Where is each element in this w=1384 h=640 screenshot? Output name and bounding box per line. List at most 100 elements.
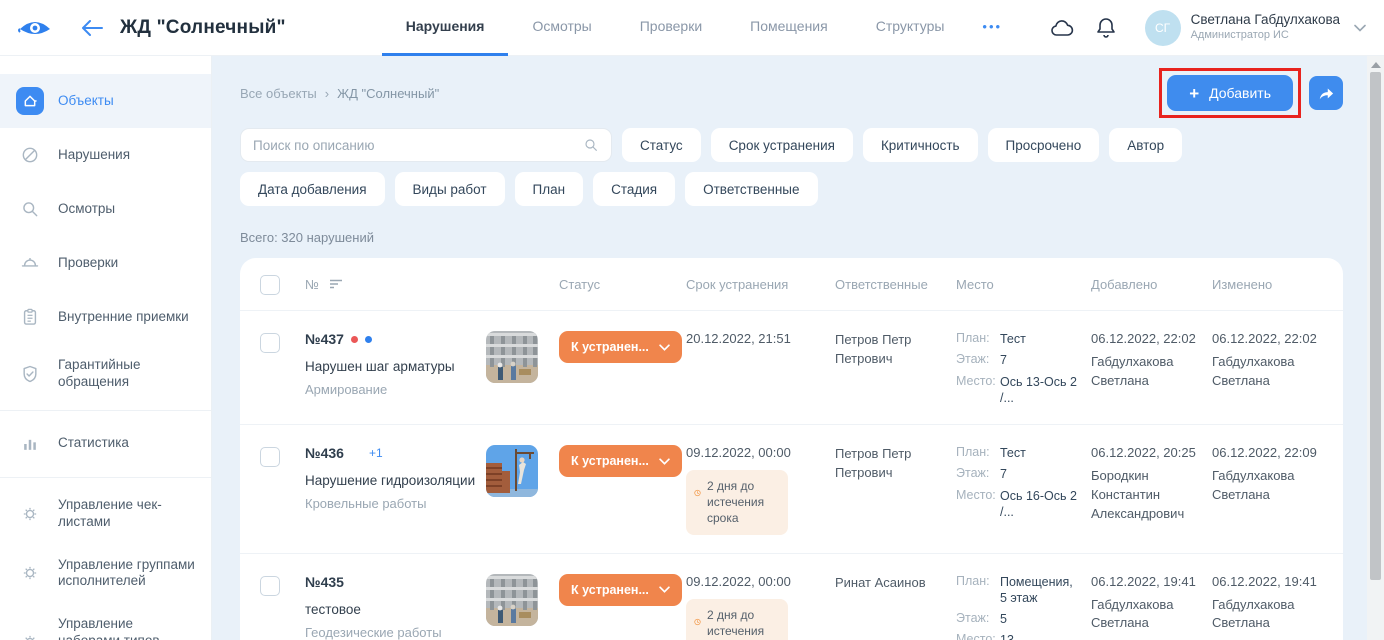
column-responsible: Ответственные (835, 277, 947, 292)
floor-label: Этаж: (956, 611, 1000, 627)
shield-check-icon (16, 360, 44, 388)
row-checkbox[interactable] (260, 576, 280, 596)
sidebar-item-checks[interactable]: Проверки (0, 236, 211, 290)
filter-chip-author[interactable]: Автор (1109, 128, 1182, 162)
select-all-checkbox[interactable] (260, 275, 280, 295)
vertical-scrollbar[interactable] (1367, 56, 1384, 640)
added-date: 06.12.2022, 19:41 (1091, 574, 1203, 589)
tab-inspections[interactable]: Осмотры (508, 0, 615, 56)
filter-chip-stage[interactable]: Стадия (593, 172, 675, 206)
sidebar-item-internal-acceptances[interactable]: Внутренние приемки (0, 290, 211, 344)
status-dropdown[interactable]: К устранен... (559, 574, 682, 606)
row-checkbox[interactable] (260, 333, 280, 353)
sidebar: Объекты Нарушения Осмотры Проверки (0, 56, 212, 640)
violation-photo[interactable] (486, 331, 538, 383)
filter-chip-overdue[interactable]: Просрочено (988, 128, 1100, 162)
added-by: Габдулхакова Светлана (1091, 596, 1203, 634)
sidebar-item-violations[interactable]: Нарушения (0, 128, 211, 182)
clock-icon (694, 486, 701, 500)
helmet-icon (16, 249, 44, 277)
sidebar-item-executor-groups-management[interactable]: Управление группами исполнителей (0, 544, 211, 604)
top-header: ЖД "Солнечный" Нарушения Осмотры Проверк… (0, 0, 1384, 56)
violation-number: №436 (305, 445, 344, 461)
filter-chip-status[interactable]: Статус (622, 128, 701, 162)
sidebar-item-label: Гарантийные обращения (58, 357, 195, 391)
filter-chip-criticality[interactable]: Критичность (863, 128, 978, 162)
responsible-name: Петров Петр Петрович (835, 445, 947, 483)
chevron-down-icon (1354, 24, 1366, 32)
spot-label: Место: (956, 632, 1000, 640)
violation-title: Нарушение гидроизоляции (305, 473, 477, 488)
tab-checks[interactable]: Проверки (616, 0, 726, 56)
violations-table: № Статус Срок устранения Ответственные М… (240, 258, 1343, 640)
chevron-down-icon (659, 458, 670, 465)
sidebar-item-finish-type-sets-management[interactable]: Управление наборами типов отделки (0, 603, 211, 640)
clipboard-icon (16, 303, 44, 331)
gear-user-icon (16, 559, 44, 587)
share-arrow-icon (1317, 85, 1335, 101)
bell-icon (1096, 17, 1116, 39)
changed-by: Габдулхакова Светлана (1212, 353, 1323, 391)
filter-chip-responsible[interactable]: Ответственные (685, 172, 817, 206)
breadcrumb-separator-icon: › (325, 86, 329, 101)
scrollbar-thumb[interactable] (1370, 72, 1381, 580)
sidebar-item-label: Осмотры (58, 201, 115, 218)
back-arrow-icon (81, 20, 103, 36)
filter-chip-plan[interactable]: План (515, 172, 584, 206)
responsible-name: Ринат Асаинов (835, 574, 947, 593)
table-row[interactable]: №435 тестовое Геодезические работы К уст… (240, 553, 1343, 640)
column-place: Место (956, 277, 1082, 292)
tab-violations[interactable]: Нарушения (382, 0, 509, 56)
table-row[interactable]: №436 +1 Нарушение гидроизоляции Кровельн… (240, 424, 1343, 553)
column-changed: Изменено (1212, 277, 1323, 292)
no-entry-icon (16, 141, 44, 169)
clock-icon (694, 615, 701, 629)
status-dropdown[interactable]: К устранен... (559, 331, 682, 363)
sort-icon[interactable] (329, 279, 343, 289)
sidebar-item-inspections[interactable]: Осмотры (0, 182, 211, 236)
filter-chip-deadline[interactable]: Срок устранения (711, 128, 853, 162)
spot-value: 13 (1000, 632, 1082, 640)
cloud-sync-button[interactable] (1045, 11, 1079, 45)
gear-arrows-icon (16, 628, 44, 640)
floor-label: Этаж: (956, 466, 1000, 482)
user-menu[interactable]: СГ Светлана Габдулхакова Администратор И… (1145, 10, 1366, 46)
tabs-more-button[interactable]: ••• (968, 0, 1016, 56)
column-status: Статус (559, 277, 677, 292)
sidebar-item-statistics[interactable]: Статистика (0, 417, 211, 471)
sidebar-item-objects[interactable]: Объекты (0, 74, 211, 128)
floor-label: Этаж: (956, 352, 1000, 368)
filter-chip-work-types[interactable]: Виды работ (395, 172, 505, 206)
sidebar-item-label: Управление чек-листами (58, 497, 195, 531)
violation-photo[interactable] (486, 445, 538, 497)
place-info: План:Тест Этаж:7 Место:Ось 13-Ось 2 /... (956, 331, 1082, 406)
spot-label: Место: (956, 488, 1000, 521)
status-dropdown[interactable]: К устранен... (559, 445, 682, 477)
table-row[interactable]: №437 Нарушен шаг арматуры Армирование К … (240, 310, 1343, 424)
search-input[interactable] (253, 138, 583, 153)
scroll-up-arrow-icon[interactable] (1371, 62, 1381, 68)
sidebar-item-checklists-management[interactable]: Управление чек-листами (0, 484, 211, 544)
breadcrumb-root[interactable]: Все объекты (240, 86, 317, 101)
violation-photo[interactable] (486, 574, 538, 626)
row-checkbox[interactable] (260, 447, 280, 467)
sidebar-item-label: Внутренние приемки (58, 309, 189, 326)
sidebar-item-label: Проверки (58, 255, 118, 272)
notifications-button[interactable] (1089, 11, 1123, 45)
tab-structures[interactable]: Структуры (852, 0, 969, 56)
breadcrumb-current: ЖД "Солнечный" (337, 86, 439, 101)
share-button[interactable] (1309, 76, 1343, 110)
responsible-name: Петров Петр Петрович (835, 331, 947, 369)
chevron-down-icon (659, 344, 670, 351)
gear-check-icon (16, 500, 44, 528)
sidebar-item-warranty[interactable]: Гарантийные обращения (0, 344, 211, 404)
add-button[interactable]: + Добавить (1167, 75, 1293, 111)
added-date: 06.12.2022, 20:25 (1091, 445, 1203, 460)
back-button[interactable] (78, 14, 106, 42)
spot-value: Ось 13-Ось 2 /... (1000, 374, 1082, 407)
status-label: К устранен... (571, 454, 649, 468)
filter-chip-date-added[interactable]: Дата добавления (240, 172, 385, 206)
violation-category: Армирование (305, 382, 477, 397)
tab-premises[interactable]: Помещения (726, 0, 852, 56)
plan-label: План: (956, 445, 1000, 461)
